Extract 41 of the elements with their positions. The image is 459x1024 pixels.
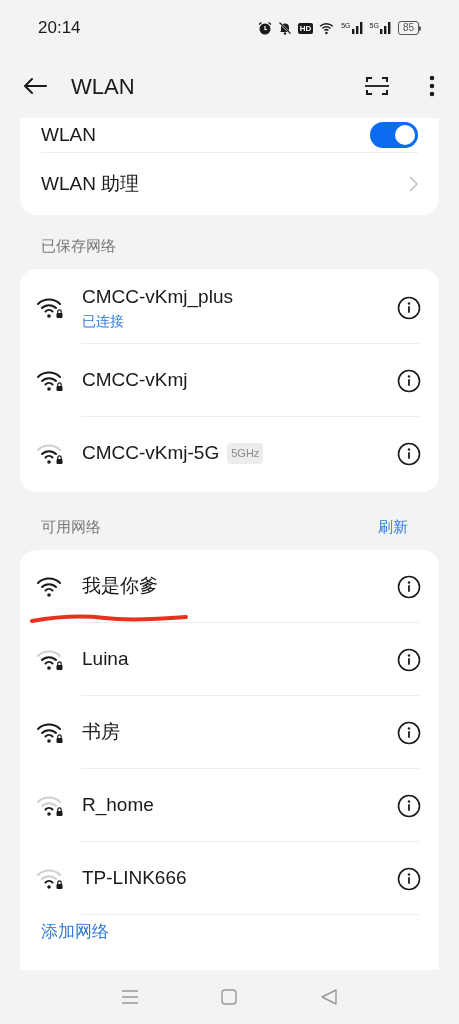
cell-signal-icon: [351, 22, 364, 34]
section-header: 可用网络: [41, 516, 101, 537]
wlan-toggle-label: WLAN: [41, 122, 96, 147]
wlan-assistant-row[interactable]: WLAN 助理: [20, 153, 439, 215]
network-name[interactable]: 我是你爹: [82, 572, 158, 601]
refresh-link[interactable]: 刷新: [378, 515, 408, 538]
info-icon[interactable]: [397, 574, 421, 599]
wifi-status-icon: [319, 21, 336, 35]
alarm-icon: [257, 21, 272, 35]
status-time: 20:14: [38, 17, 81, 40]
scan-icon[interactable]: [365, 76, 389, 96]
band-tag: 5GHz: [227, 443, 264, 464]
wlan-assistant-label: WLAN 助理: [41, 171, 140, 196]
cell-signal-icon: [379, 22, 392, 34]
network-name[interactable]: CMCC-vKmj-5G: [82, 439, 220, 468]
network-name[interactable]: 书房: [82, 718, 120, 747]
network-name[interactable]: CMCC-vKmj_plus: [82, 282, 233, 312]
muted-bell-icon: [277, 21, 292, 35]
battery-level: 85: [397, 21, 419, 35]
network-name[interactable]: CMCC-vKmj: [82, 366, 188, 395]
network-name[interactable]: Luina: [82, 645, 129, 674]
chevron-right-icon: [409, 176, 418, 192]
hd-indicator: HD: [297, 22, 314, 34]
more-menu-icon[interactable]: [429, 75, 435, 97]
add-network-link[interactable]: 添加网络: [41, 919, 109, 945]
wlan-switch[interactable]: [370, 122, 418, 148]
info-icon[interactable]: [397, 720, 421, 745]
home-square-icon[interactable]: [221, 989, 238, 1005]
section-header: 已保存网络: [41, 235, 116, 256]
info-icon[interactable]: [397, 295, 421, 320]
page-title: WLAN: [71, 72, 135, 101]
info-icon[interactable]: [397, 441, 421, 466]
network-name[interactable]: TP-LINK666: [82, 864, 187, 893]
info-icon[interactable]: [397, 793, 421, 818]
info-icon[interactable]: [397, 866, 421, 891]
connection-status: 已连接: [82, 312, 125, 332]
info-icon[interactable]: [397, 368, 421, 393]
back-triangle-icon[interactable]: [321, 989, 338, 1005]
network-name[interactable]: R_home: [82, 791, 154, 820]
info-icon[interactable]: [397, 647, 421, 672]
back-arrow-icon[interactable]: [22, 77, 48, 95]
